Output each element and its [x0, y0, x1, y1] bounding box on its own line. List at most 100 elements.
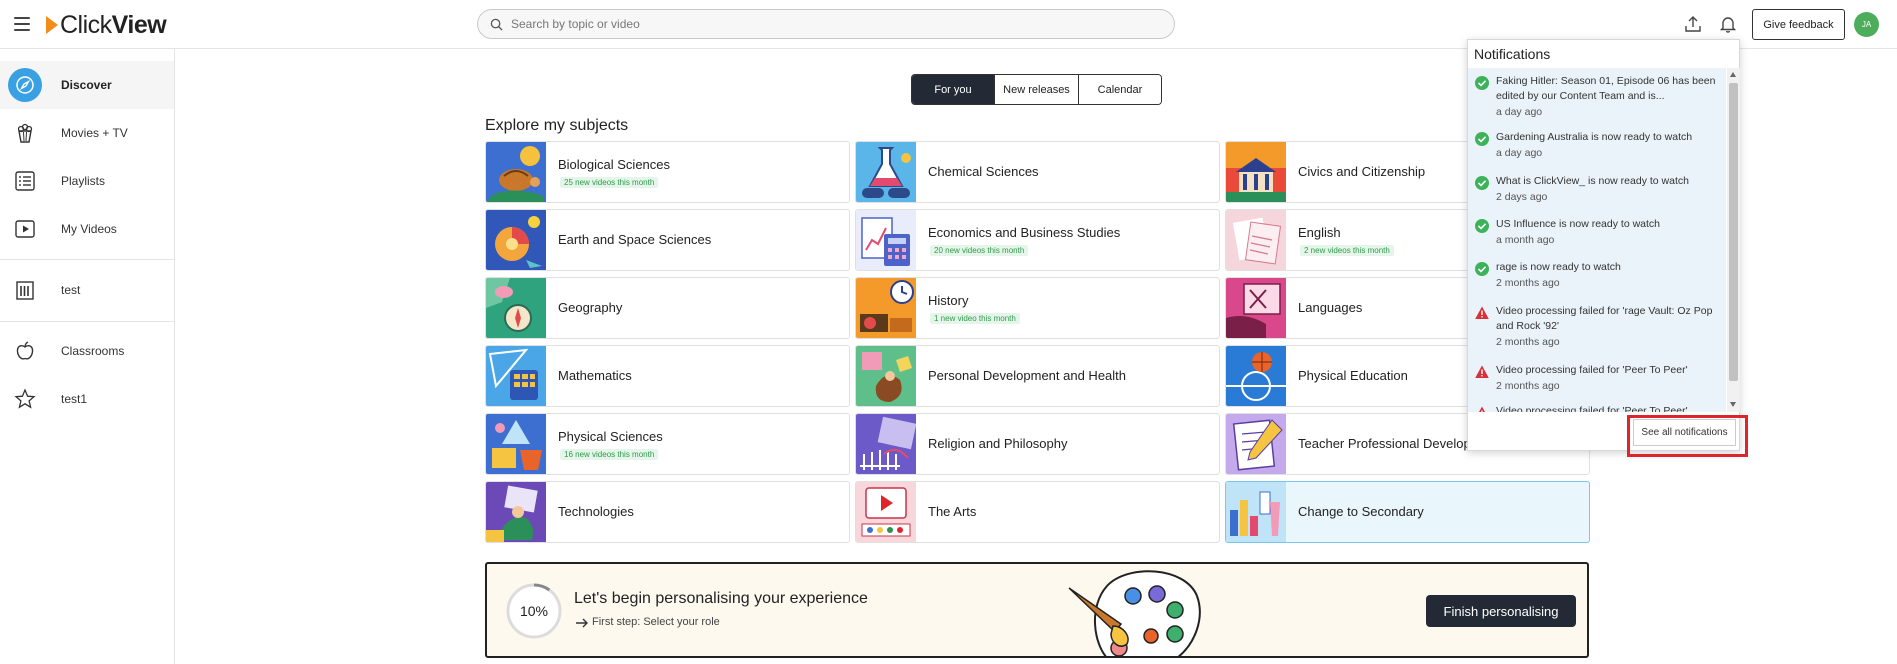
notification-time: 2 days ago — [1496, 191, 1548, 203]
civics-thumbnail — [1226, 142, 1286, 202]
list-icon — [8, 164, 42, 198]
success-check-icon — [1475, 262, 1489, 276]
new-videos-badge: 25 new videos this month — [560, 177, 659, 188]
tab-calendar[interactable]: Calendar — [1078, 75, 1161, 104]
notification-time: 2 months ago — [1496, 380, 1560, 392]
upload-icon[interactable] — [1683, 14, 1703, 34]
sidebar-item-discover[interactable]: Discover — [0, 61, 174, 109]
notifications-list[interactable]: Faking Hitler: Season 01, Episode 06 has… — [1468, 68, 1726, 412]
technologies-thumbnail — [486, 482, 546, 542]
subject-card-technologies[interactable]: Technologies — [485, 481, 850, 543]
sidebar-item-label: Classrooms — [61, 344, 125, 358]
view-tabs: For you New releases Calendar — [911, 74, 1162, 105]
subject-card-physical-sciences[interactable]: Physical Sciences 16 new videos this mon… — [485, 413, 850, 475]
progress-percent: 10% — [519, 603, 549, 619]
arrow-right-icon — [576, 618, 588, 628]
bell-icon[interactable] — [1718, 14, 1738, 34]
subject-card-personal-development-and-health[interactable]: Personal Development and Health — [855, 345, 1220, 407]
sidebar-item-playlists[interactable]: Playlists — [0, 157, 174, 205]
popcorn-icon — [8, 116, 42, 150]
physical-education-thumbnail — [1226, 346, 1286, 406]
scroll-up-arrow-icon[interactable] — [1730, 72, 1736, 77]
subject-card-the-arts[interactable]: The Arts — [855, 481, 1220, 543]
notification-time: 2 months ago — [1496, 277, 1560, 289]
subject-card-economics-and-business-studies[interactable]: Economics and Business Studies 20 new vi… — [855, 209, 1220, 271]
notification-item[interactable]: Gardening Australia is now ready to watc… — [1468, 130, 1726, 164]
subject-name: Civics and Citizenship — [1298, 164, 1426, 179]
notification-item[interactable]: US Influence is now ready to watch a mon… — [1468, 217, 1726, 251]
sidebar-item-test[interactable]: test — [0, 266, 174, 314]
subject-card-religion-and-philosophy[interactable]: Religion and Philosophy — [855, 413, 1220, 475]
user-avatar[interactable]: JA — [1854, 12, 1879, 37]
notification-item[interactable]: What is ClickView_ is now ready to watch… — [1468, 174, 1726, 208]
subject-card-history[interactable]: History 1 new video this month — [855, 277, 1220, 339]
sidebar-item-label: test — [61, 283, 81, 297]
languages-thumbnail — [1226, 278, 1286, 338]
tab-new-releases[interactable]: New releases — [994, 75, 1078, 104]
sidebar-divider — [0, 259, 174, 260]
subject-name: Technologies — [558, 504, 634, 519]
subject-card-geography[interactable]: Geography — [485, 277, 850, 339]
arts-thumbnail — [856, 482, 916, 542]
sidebar-item-my-videos[interactable]: My Videos — [0, 205, 174, 253]
sidebar-item-label: Discover — [61, 78, 112, 92]
notification-text: rage is now ready to watch — [1496, 261, 1621, 273]
success-check-icon — [1475, 76, 1489, 90]
subject-name: Mathematics — [558, 368, 632, 383]
scroll-down-arrow-icon[interactable] — [1730, 402, 1736, 407]
notification-text: Gardening Australia is now ready to watc… — [1496, 131, 1693, 143]
teacher-development-thumbnail — [1226, 414, 1286, 474]
finish-personalising-button[interactable]: Finish personalising — [1426, 595, 1576, 627]
notification-text: Faking Hitler: Season 01, Episode 06 has… — [1496, 75, 1716, 102]
success-check-icon — [1475, 219, 1489, 233]
banner-title: Let's begin personalising your experienc… — [574, 590, 868, 607]
see-all-notifications-button[interactable]: See all notifications — [1633, 419, 1736, 446]
notification-item[interactable]: Video processing failed for 'Peer To Pee… — [1468, 363, 1726, 397]
subject-name: Earth and Space Sciences — [558, 232, 712, 247]
notifications-scrollbar[interactable] — [1727, 68, 1740, 412]
subject-card-biological-sciences[interactable]: Biological Sciences 25 new videos this m… — [485, 141, 850, 203]
subject-card-mathematics[interactable]: Mathematics — [485, 345, 850, 407]
subject-name: Personal Development and Health — [928, 368, 1127, 383]
subject-card-change-to-secondary[interactable]: Change to Secondary — [1225, 481, 1590, 543]
sidebar-item-movies-tv[interactable]: Movies + TV — [0, 109, 174, 157]
notification-text: US Influence is now ready to watch — [1496, 218, 1661, 230]
notification-text: What is ClickView_ is now ready to watch — [1496, 175, 1689, 187]
tab-for-you[interactable]: For you — [912, 75, 994, 104]
sidebar-item-test1[interactable]: test1 — [0, 375, 174, 423]
menu-icon[interactable] — [14, 14, 30, 34]
compass-icon — [8, 68, 42, 102]
chemistry-thumbnail — [856, 142, 916, 202]
sidebar-item-classrooms[interactable]: Classrooms — [0, 327, 174, 375]
earth-thumbnail — [486, 210, 546, 270]
subject-name: Biological Sciences — [558, 157, 671, 172]
star-icon — [8, 382, 42, 416]
subject-card-chemical-sciences[interactable]: Chemical Sciences — [855, 141, 1220, 203]
section-title: Explore my subjects — [485, 117, 629, 134]
geography-thumbnail — [486, 278, 546, 338]
scrollbar-thumb[interactable] — [1729, 83, 1738, 381]
warning-triangle-icon — [1479, 406, 1485, 412]
notification-item[interactable]: Video processing failed for 'Peer To Pee… — [1468, 404, 1726, 412]
search-bar[interactable] — [477, 9, 1175, 39]
search-input[interactable] — [511, 17, 1131, 31]
subject-name: History — [928, 293, 969, 308]
notification-item[interactable]: Faking Hitler: Season 01, Episode 06 has… — [1468, 74, 1726, 118]
english-thumbnail — [1226, 210, 1286, 270]
physics-thumbnail — [486, 414, 546, 474]
subject-name: Languages — [1298, 300, 1363, 315]
subject-name: Physical Sciences — [558, 429, 663, 444]
subject-name: Religion and Philosophy — [928, 436, 1068, 451]
notification-text: Video processing failed for 'Peer To Pee… — [1496, 364, 1688, 376]
notification-time: a month ago — [1496, 234, 1555, 246]
notification-item[interactable]: rage is now ready to watch 2 months ago — [1468, 260, 1726, 294]
search-icon — [490, 18, 503, 31]
banner-subtitle: First step: Select your role — [592, 616, 720, 628]
success-check-icon — [1475, 176, 1489, 190]
clickview-logo[interactable]: ClickView — [46, 11, 167, 39]
paint-palette-icon — [1068, 570, 1201, 656]
notification-time: 2 months ago — [1496, 336, 1560, 348]
notification-item[interactable]: Video processing failed for 'rage Vault:… — [1468, 304, 1726, 354]
give-feedback-button[interactable]: Give feedback — [1752, 9, 1845, 40]
subject-card-earth-and-space-sciences[interactable]: Earth and Space Sciences — [485, 209, 850, 271]
